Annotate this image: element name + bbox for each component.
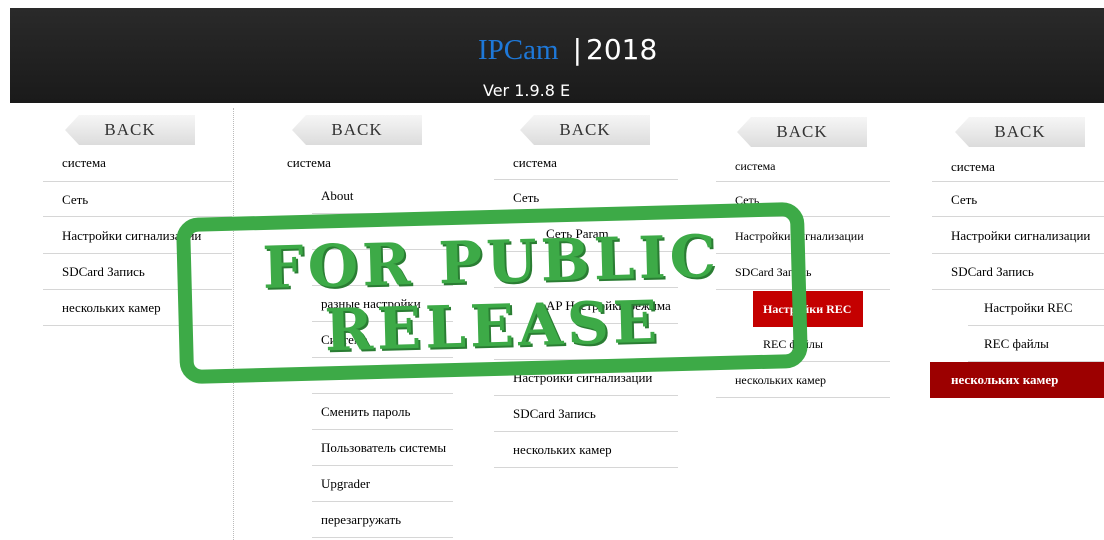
- menu-item-rec-settings[interactable]: Настройки REC: [968, 290, 1104, 326]
- back-button[interactable]: BACK: [520, 115, 650, 145]
- menu-item-rec-files[interactable]: REC файлы: [968, 326, 1104, 362]
- version-label: Ver 1.9.8 E: [483, 81, 571, 100]
- back-button[interactable]: BACK: [955, 117, 1085, 147]
- menu-item-multi-camera[interactable]: нескольких камер: [930, 362, 1104, 398]
- menu-item-change-password[interactable]: Сменить пароль: [312, 394, 453, 430]
- menu-item-network[interactable]: Сеть: [43, 181, 232, 217]
- menu-item-upgrader[interactable]: Upgrader: [312, 466, 453, 502]
- menu-item-system[interactable]: система: [951, 159, 995, 175]
- menu-item-system-user[interactable]: Пользователь системы: [312, 430, 453, 466]
- menu-item-sdcard-record[interactable]: SDCard Запись: [932, 254, 1104, 290]
- back-button[interactable]: BACK: [737, 117, 867, 147]
- menu-panel-5: BACK система Сеть Настройки сигнализации…: [892, 103, 1104, 403]
- menu-item-multi-camera[interactable]: нескольких камер: [494, 432, 678, 468]
- app-title: IPCam | 2018: [478, 33, 657, 81]
- back-button[interactable]: BACK: [65, 115, 195, 145]
- menu-item-sdcard-record[interactable]: SDCard Запись: [494, 396, 678, 432]
- menu-item-system[interactable]: система: [287, 155, 331, 171]
- menu-item-system[interactable]: система: [513, 155, 557, 171]
- menu-item-network[interactable]: Сеть: [932, 181, 1104, 217]
- brand-name: IPCam: [478, 34, 559, 66]
- menu-item-system[interactable]: система: [62, 155, 106, 171]
- menu-item-reboot[interactable]: перезагружать: [312, 502, 453, 538]
- title-separator: |: [572, 33, 582, 66]
- title-year: 2018: [586, 33, 658, 66]
- menu-item-alarm-settings[interactable]: Настройки сигнализации: [932, 218, 1104, 254]
- menu-item-about[interactable]: About: [312, 178, 453, 214]
- public-release-stamp: FOR PUBLIC RELEASE: [175, 201, 809, 385]
- menu-item-system[interactable]: система: [735, 159, 775, 174]
- back-button[interactable]: BACK: [292, 115, 422, 145]
- app-header: IPCam | 2018 Ver 1.9.8 E: [10, 8, 1104, 103]
